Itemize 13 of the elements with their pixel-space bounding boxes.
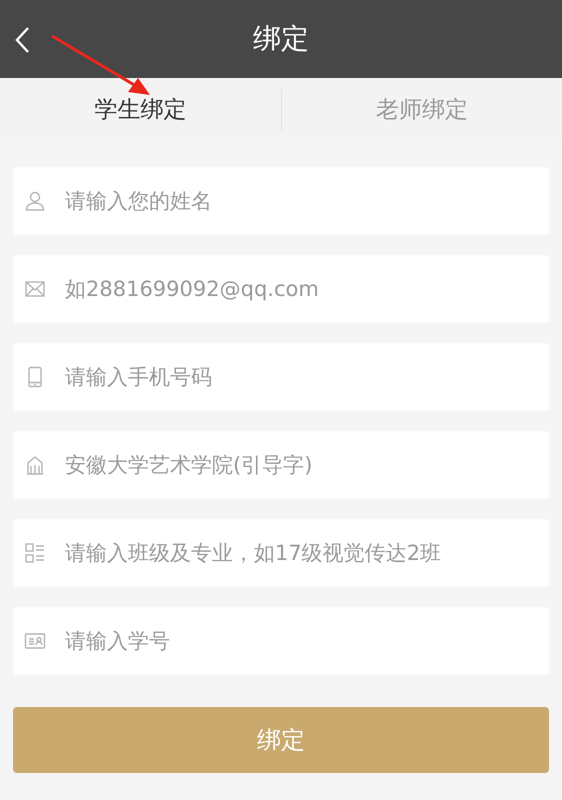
input-field[interactable]: 请输入班级及专业，如17级视觉传达2班 bbox=[13, 519, 549, 587]
input-field[interactable]: 如2881699092@qq.com bbox=[13, 255, 549, 323]
input-field[interactable]: 安徽大学艺术学院(引导字) bbox=[13, 431, 549, 499]
page-title: 绑定 bbox=[253, 21, 309, 57]
list-icon bbox=[23, 541, 47, 565]
person-icon bbox=[23, 189, 47, 213]
bind-button[interactable]: 绑定 bbox=[13, 707, 549, 773]
input-field[interactable]: 请输入手机号码 bbox=[13, 343, 549, 411]
tab[interactable]: 学生绑定 bbox=[94, 88, 186, 132]
tab[interactable]: 老师绑定 bbox=[376, 88, 468, 132]
input-field[interactable]: 请输入学号 bbox=[13, 607, 549, 675]
input-field[interactable]: 请输入您的姓名 bbox=[13, 167, 549, 235]
back-icon bbox=[14, 26, 30, 54]
